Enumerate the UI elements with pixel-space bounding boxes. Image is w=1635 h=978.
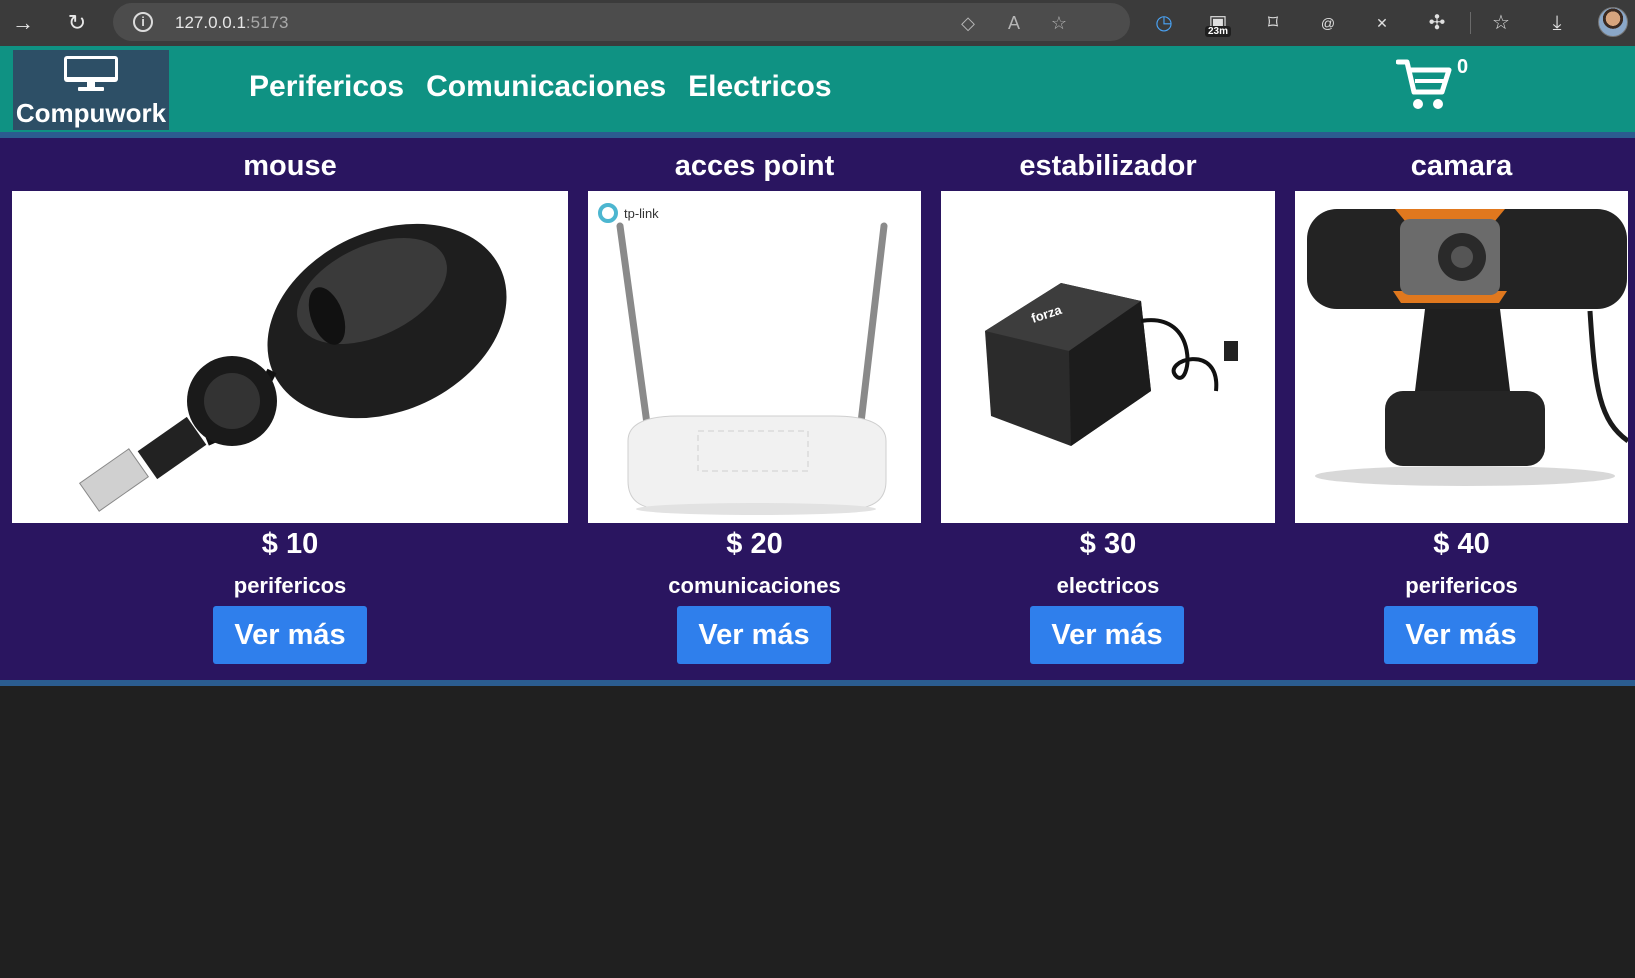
downloads-icon[interactable]: ⤓ [1543,9,1571,37]
extensions-icon[interactable]: ✣ [1423,9,1451,37]
add-favorite-icon[interactable]: ☆ [1048,12,1070,34]
product-category: perifericos [1405,573,1518,598]
product-image-mouse[interactable] [12,191,568,523]
ver-mas-button[interactable]: Ver más [1030,606,1184,664]
product-name: camara [1410,150,1513,182]
main-nav: Perifericos Comunicaciones Electricos [249,70,832,104]
profile-avatar[interactable] [1598,7,1628,37]
stabilizer-image: forza [985,283,1238,446]
webcam-image [1307,209,1628,486]
extension-badge: 23m [1205,26,1232,37]
ver-mas-button[interactable]: Ver más [1384,606,1538,664]
browser-toolbar: → ↻ i 127.0.0.1:5173 ◇ A ☆ ◷ ▣ 23m ⌑ @ ✕… [0,0,1635,46]
site-info-icon[interactable]: i [133,12,153,32]
product-price: $ 20 [726,528,783,560]
logo[interactable]: Compuwork [13,50,169,130]
address-bar[interactable]: i 127.0.0.1:5173 ◇ A ☆ [113,3,1130,41]
product-name: acces point [674,150,835,182]
mouse-image [78,223,507,512]
site-header: Compuwork Perifericos Comunicaciones Ele… [0,46,1635,132]
product-price: $ 10 [261,528,319,560]
cart-icon[interactable] [1396,56,1452,112]
read-aloud-icon[interactable]: A [1003,12,1025,34]
toolbar-separator [1470,12,1471,34]
product-image-estabilizador[interactable]: forza [941,191,1275,523]
product-category: perifericos [233,573,347,598]
product-list: mouse $ 10 perifericos Ver más acces poi… [0,138,1635,680]
product-image-camara[interactable] [1295,191,1628,523]
favorites-icon[interactable]: ☆ [1487,9,1515,37]
nav-perifericos[interactable]: Perifericos [249,70,404,104]
product-price: $ 40 [1433,528,1490,560]
tp-link-logo: tp-link [624,206,659,221]
tag-icon[interactable]: ◇ [957,12,979,34]
brand-name: Compuwork [15,98,167,128]
nav-comunicaciones[interactable]: Comunicaciones [426,70,666,104]
bookmark-icon[interactable]: ⌑ [1259,9,1287,37]
product-name: mouse [243,150,337,182]
clock-extension-icon[interactable]: ◷ [1150,9,1178,37]
nav-electricos[interactable]: Electricos [688,70,831,104]
product-price: $ 30 [1079,528,1137,560]
product-category: comunicaciones [668,573,841,598]
cart-count: 0 [1457,56,1469,78]
product-name: estabilizador [1019,150,1197,182]
footer-strip [0,680,1635,686]
ver-mas-button[interactable]: Ver más [213,606,367,664]
forward-icon[interactable]: → [8,8,38,38]
reload-icon[interactable]: ↻ [62,8,92,38]
router-image: tp-link [598,203,888,515]
product-category: electricos [1056,573,1160,598]
ver-mas-button[interactable]: Ver más [677,606,831,664]
mail-extension-icon[interactable]: @ [1314,9,1342,37]
monitor-icon [64,56,118,91]
address-url[interactable]: 127.0.0.1:5173 [175,13,288,33]
product-image-acces-point[interactable]: tp-link [588,191,921,523]
x-extension-icon[interactable]: ✕ [1368,9,1396,37]
